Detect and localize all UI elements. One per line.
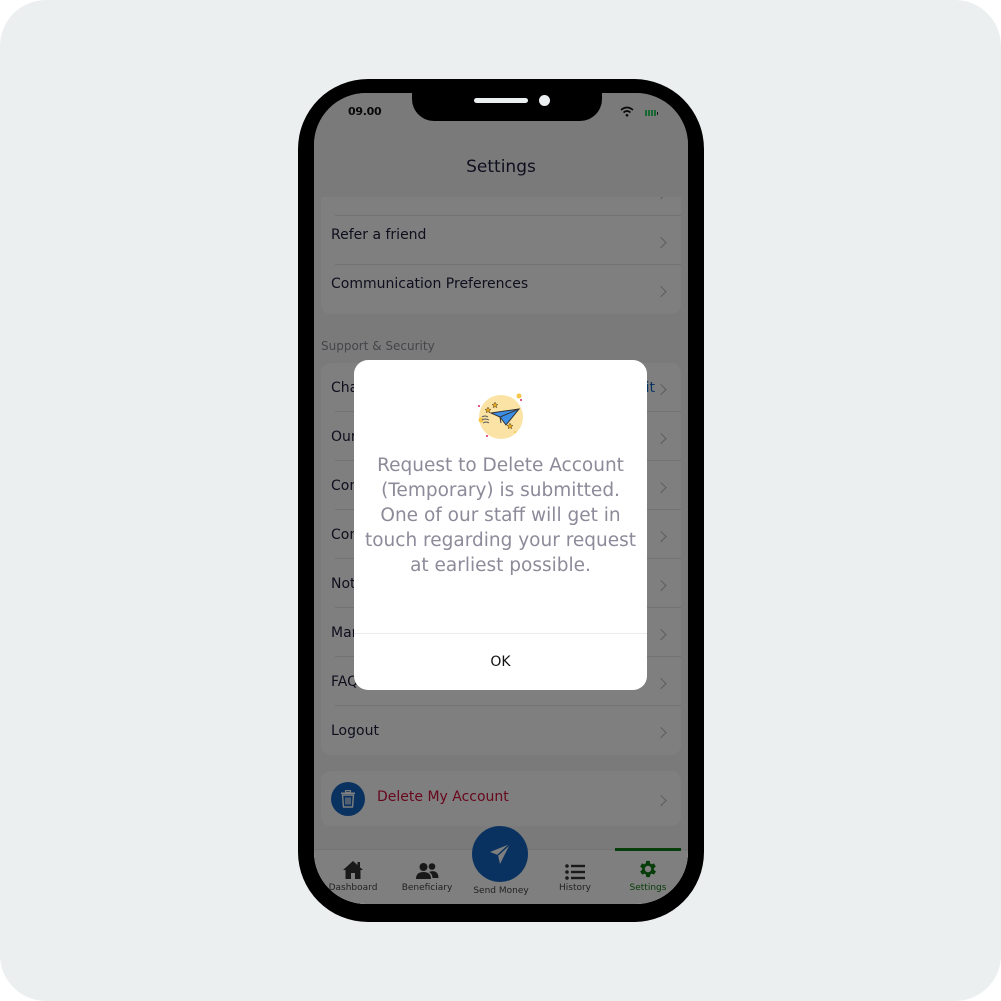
dialog-message: Request to Delete Account (Temporary) is…	[364, 455, 637, 576]
delete-request-dialog: Request to Delete Account (Temporary) is…	[354, 360, 647, 690]
front-camera	[539, 95, 550, 106]
phone-screen: 09.00 Settings ID Documents Refer	[314, 93, 688, 904]
paper-plane-illustration-icon	[478, 393, 523, 439]
phone-frame: 09.00 Settings ID Documents Refer	[298, 79, 704, 922]
speaker-grille	[474, 98, 528, 103]
background-canvas: 09.00 Settings ID Documents Refer	[0, 0, 1001, 1001]
ok-button[interactable]: OK	[354, 634, 647, 690]
